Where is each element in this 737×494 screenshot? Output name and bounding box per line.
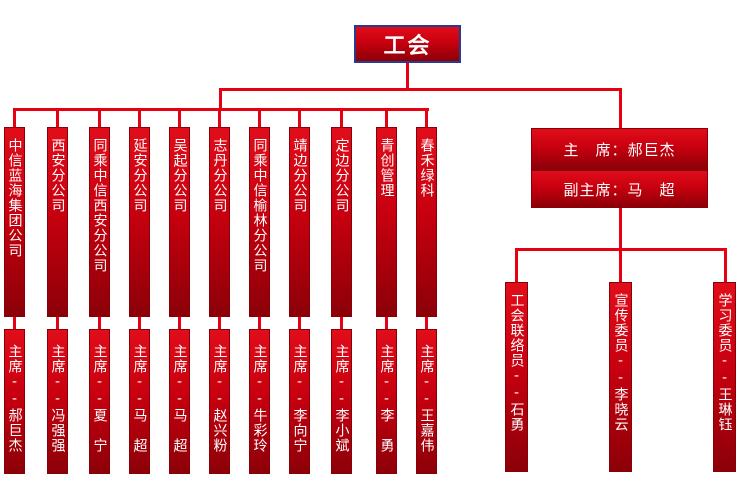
- branch-stub: [138, 108, 141, 128]
- branch-name-box: 西安分公司: [47, 127, 68, 317]
- branch-name: 同乘中信西安分公司: [91, 138, 108, 273]
- branch-name: 中信蓝海集团公司: [6, 138, 23, 258]
- root-title: 工会: [383, 34, 432, 59]
- branch-leader: 主席--郝巨杰: [6, 344, 23, 453]
- branch-leader: 主席--赵兴粉: [211, 344, 228, 453]
- branch-link: [258, 317, 261, 329]
- branch-name-box: 同乘中信榆林分公司: [249, 127, 270, 317]
- branch-name-box: 中信蓝海集团公司: [4, 127, 25, 317]
- branch-link: [340, 317, 343, 329]
- vice-chair-box: 副主席：马 超: [531, 170, 708, 208]
- branch-leader-box: 主席--李 勇: [376, 329, 397, 474]
- root-stem: [406, 63, 409, 90]
- branch-link: [425, 317, 428, 329]
- branch-name: 春禾绿科: [418, 138, 435, 198]
- branch-name-box: 春禾绿科: [416, 127, 437, 317]
- branch-name: 延安分公司: [131, 138, 148, 213]
- branch-link: [13, 317, 16, 329]
- branch-link: [178, 317, 181, 329]
- branch-stub: [385, 108, 388, 128]
- branch-leader-box: 主席--王嘉伟: [416, 329, 437, 474]
- branch-leader: 主席--马 超: [131, 344, 148, 453]
- root-node-union: 工会: [354, 25, 461, 63]
- branch-leader-box: 主席--马 超: [129, 329, 150, 474]
- branch-leader-box: 主席--李向宁: [289, 329, 310, 474]
- committee-role: 学习委员--王琳钰: [716, 293, 733, 432]
- leadership-stem: [619, 207, 622, 250]
- branch-name: 同乘中信榆林分公司: [251, 138, 268, 273]
- branch-stub: [178, 108, 181, 128]
- branch-bus: [13, 108, 429, 111]
- branch-leader: 主席--马 超: [171, 344, 188, 453]
- branch-name: 定边分公司: [333, 138, 350, 213]
- branch-leader: 主席--夏 宁: [91, 344, 108, 453]
- branch-leader-box: 主席--郝巨杰: [4, 329, 25, 474]
- committee-stub-3: [724, 248, 727, 282]
- vice-chair-label: 副主席：马 超: [563, 180, 676, 199]
- branch-name: 西安分公司: [49, 138, 66, 213]
- branch-name-box: 青创管理: [376, 127, 397, 317]
- committee-liaison: 工会联络员--石勇: [505, 282, 528, 472]
- main-bus: [219, 88, 622, 91]
- branch-link: [298, 317, 301, 329]
- committee-role: 宣传委员--李晓云: [612, 293, 629, 432]
- branch-stub: [258, 108, 261, 128]
- branch-stub: [98, 108, 101, 128]
- chair-box: 主 席：郝巨杰: [531, 128, 708, 170]
- branch-leader: 主席--王嘉伟: [418, 344, 435, 453]
- branch-drop: [219, 88, 222, 110]
- branch-leader: 主席--李向宁: [291, 344, 308, 453]
- committee-publicity: 宣传委员--李晓云: [609, 282, 632, 472]
- branch-name: 志丹分公司: [211, 138, 228, 213]
- branch-stub: [425, 108, 428, 128]
- branch-name-box: 同乘中信西安分公司: [89, 127, 110, 317]
- branch-leader: 主席--李小斌: [333, 344, 350, 453]
- branch-link: [56, 317, 59, 329]
- branch-link: [218, 317, 221, 329]
- branch-leader: 主席--牛彩玲: [251, 344, 268, 453]
- branch-leader-box: 主席--李小斌: [331, 329, 352, 474]
- branch-stub: [56, 108, 59, 128]
- branch-leader-box: 主席--牛彩玲: [249, 329, 270, 474]
- chair-label: 主 席：郝巨杰: [563, 140, 676, 159]
- branch-leader-box: 主席--夏 宁: [89, 329, 110, 474]
- committee-study: 学习委员--王琳钰: [713, 282, 736, 472]
- branch-name: 吴起分公司: [171, 138, 188, 213]
- branch-stub: [340, 108, 343, 128]
- branch-stub: [13, 108, 16, 128]
- branch-link: [138, 317, 141, 329]
- branch-name-box: 定边分公司: [331, 127, 352, 317]
- committee-role: 工会联络员--石勇: [508, 293, 525, 432]
- branch-name-box: 靖边分公司: [289, 127, 310, 317]
- branch-name-box: 志丹分公司: [209, 127, 230, 317]
- branch-leader: 主席--李 勇: [378, 344, 395, 453]
- branch-link: [98, 317, 101, 329]
- branch-name: 青创管理: [378, 138, 395, 198]
- committee-drop: [619, 88, 622, 128]
- branch-name-box: 吴起分公司: [169, 127, 190, 317]
- committee-stub-2: [619, 248, 622, 282]
- branch-stub: [298, 108, 301, 128]
- branch-leader-box: 主席--冯强强: [47, 329, 68, 474]
- branch-leader-box: 主席--马 超: [169, 329, 190, 474]
- branch-link: [385, 317, 388, 329]
- branch-name-box: 延安分公司: [129, 127, 150, 317]
- branch-stub: [218, 108, 221, 128]
- committee-stub-1: [515, 248, 518, 282]
- branch-leader: 主席--冯强强: [49, 344, 66, 453]
- branch-leader-box: 主席--赵兴粉: [209, 329, 230, 474]
- branch-name: 靖边分公司: [291, 138, 308, 213]
